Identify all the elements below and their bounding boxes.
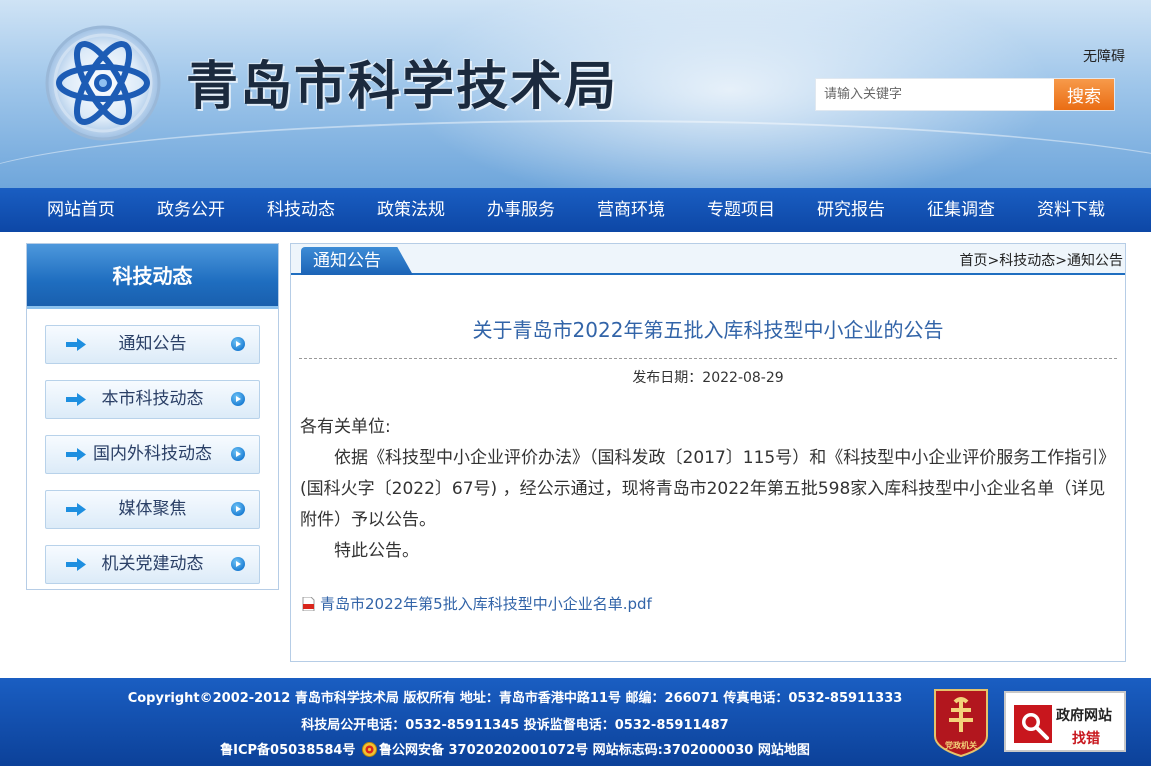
sidebar: 科技动态 通知公告 本市科技动态 国内外科技动态 媒体聚焦 机关党建动态 bbox=[26, 243, 279, 590]
footer-contact: 科技局公开电话：0532-85911345 投诉监督电话：0532-859114… bbox=[301, 718, 729, 733]
article-title: 关于青岛市2022年第五批入库科技型中小企业的公告 bbox=[472, 318, 944, 342]
search-box: 搜索 bbox=[815, 78, 1115, 111]
icp-link[interactable]: 鲁ICP备05038584号 bbox=[220, 743, 355, 758]
play-circle-icon bbox=[231, 557, 245, 571]
play-circle-icon bbox=[231, 392, 245, 406]
sidebar-item-party-building[interactable]: 机关党建动态 bbox=[45, 545, 260, 584]
site-title: 青岛市科学技术局 bbox=[186, 57, 619, 117]
breadcrumb: 首页>科技动态>通知公告 bbox=[960, 250, 1123, 270]
police-badge-icon bbox=[361, 742, 377, 757]
nav-item-tech-news[interactable]: 科技动态 bbox=[246, 188, 356, 232]
sidebar-item-label: 媒体聚焦 bbox=[118, 499, 187, 519]
nav-item-government-affairs[interactable]: 政务公开 bbox=[136, 188, 246, 232]
gov-website-error-report-badge[interactable]: 政府网站 找错 bbox=[1004, 691, 1126, 752]
article-closing: 特此公告。 bbox=[334, 541, 419, 561]
nav-item-special-projects[interactable]: 专题项目 bbox=[686, 188, 796, 232]
publish-date: 发布日期：2022-08-29 bbox=[632, 370, 784, 386]
nav-item-policies[interactable]: 政策法规 bbox=[356, 188, 466, 232]
nav-item-downloads[interactable]: 资料下载 bbox=[1016, 188, 1126, 232]
sidebar-item-notices[interactable]: 通知公告 bbox=[45, 325, 260, 364]
nav-item-business-environment[interactable]: 营商环境 bbox=[576, 188, 686, 232]
footer-copyright: Copyright©2002-2012 青岛市科学技术局 版权所有 地址：青岛市… bbox=[127, 691, 903, 706]
site-header: 青岛市科学技术局 无障碍 搜索 bbox=[0, 0, 1151, 188]
search-button[interactable]: 搜索 bbox=[1054, 79, 1114, 110]
panel-header: 通知公告 首页>科技动态>通知公告 bbox=[291, 244, 1125, 275]
arrow-right-icon bbox=[66, 558, 86, 571]
party-government-badge-icon[interactable]: 党政机关 bbox=[931, 688, 991, 758]
content-panel: 通知公告 首页>科技动态>通知公告 关于青岛市2022年第五批入库科技型中小企业… bbox=[290, 243, 1126, 662]
article-paragraph: 依据《科技型中小企业评价办法》（国科发政〔2017〕115号）和《科技型中小企业… bbox=[300, 448, 1107, 530]
sidebar-item-label: 通知公告 bbox=[118, 334, 187, 354]
article-body: 各有关单位: 依据《科技型中小企业评价办法》（国科发政〔2017〕115号）和《… bbox=[300, 412, 1115, 567]
sidebar-item-local-news[interactable]: 本市科技动态 bbox=[45, 380, 260, 419]
sidebar-item-label: 本市科技动态 bbox=[101, 389, 204, 409]
footer-registration: 鲁ICP备05038584号 鲁公网安备 37020202001072号 网站标… bbox=[0, 739, 1030, 758]
attachment-link[interactable]: 青岛市2022年第5批入库科技型中小企业名单.pdf bbox=[302, 593, 652, 614]
arrow-right-icon bbox=[66, 338, 86, 351]
attachment-filename: 青岛市2022年第5批入库科技型中小企业名单.pdf bbox=[320, 595, 652, 613]
nav-item-services[interactable]: 办事服务 bbox=[466, 188, 576, 232]
main-nav: 网站首页 政务公开 科技动态 政策法规 办事服务 营商环境 专题项目 研究报告 … bbox=[0, 188, 1151, 232]
sidebar-item-global-news[interactable]: 国内外科技动态 bbox=[45, 435, 260, 474]
sidebar-item-label: 国内外科技动态 bbox=[93, 444, 212, 464]
breadcrumb-notices[interactable]: 通知公告 bbox=[1067, 253, 1123, 269]
accessibility-link[interactable]: 无障碍 bbox=[1083, 46, 1125, 66]
search-input[interactable] bbox=[816, 79, 1054, 110]
breadcrumb-home[interactable]: 首页 bbox=[960, 253, 988, 269]
nav-item-home[interactable]: 网站首页 bbox=[26, 188, 136, 232]
play-circle-icon bbox=[231, 502, 245, 516]
police-record-link[interactable]: 鲁公网安备 37020202001072号 bbox=[379, 743, 588, 758]
arrow-right-icon bbox=[66, 448, 86, 461]
title-divider bbox=[299, 358, 1117, 359]
breadcrumb-separator: > bbox=[987, 253, 1000, 269]
magnifier-icon bbox=[1014, 705, 1052, 743]
arrow-right-icon bbox=[66, 393, 86, 406]
sidebar-list: 通知公告 本市科技动态 国内外科技动态 媒体聚焦 机关党建动态 bbox=[27, 309, 278, 584]
party-badge-text: 党政机关 bbox=[945, 740, 977, 750]
breadcrumb-tech-news[interactable]: 科技动态 bbox=[999, 253, 1055, 269]
site-code: 网站标志码:3702000030 bbox=[592, 743, 754, 758]
sitemap-link[interactable]: 网站地图 bbox=[758, 743, 810, 758]
nav-item-research-reports[interactable]: 研究报告 bbox=[796, 188, 906, 232]
gov-badge-action: 找错 bbox=[1072, 731, 1100, 747]
sidebar-item-media[interactable]: 媒体聚焦 bbox=[45, 490, 260, 529]
sidebar-item-label: 机关党建动态 bbox=[101, 554, 204, 574]
play-circle-icon bbox=[231, 447, 245, 461]
sidebar-title: 科技动态 bbox=[27, 244, 278, 309]
article-salutation: 各有关单位: bbox=[300, 417, 391, 437]
breadcrumb-separator: > bbox=[1055, 253, 1067, 269]
panel-tab-notices[interactable]: 通知公告 bbox=[301, 247, 413, 275]
play-circle-icon bbox=[231, 337, 245, 351]
pdf-file-icon bbox=[302, 596, 315, 611]
arrow-right-icon bbox=[66, 503, 86, 516]
nav-item-surveys[interactable]: 征集调查 bbox=[906, 188, 1016, 232]
atom-logo-icon[interactable] bbox=[42, 22, 164, 144]
gov-badge-title: 政府网站 bbox=[1056, 708, 1112, 724]
